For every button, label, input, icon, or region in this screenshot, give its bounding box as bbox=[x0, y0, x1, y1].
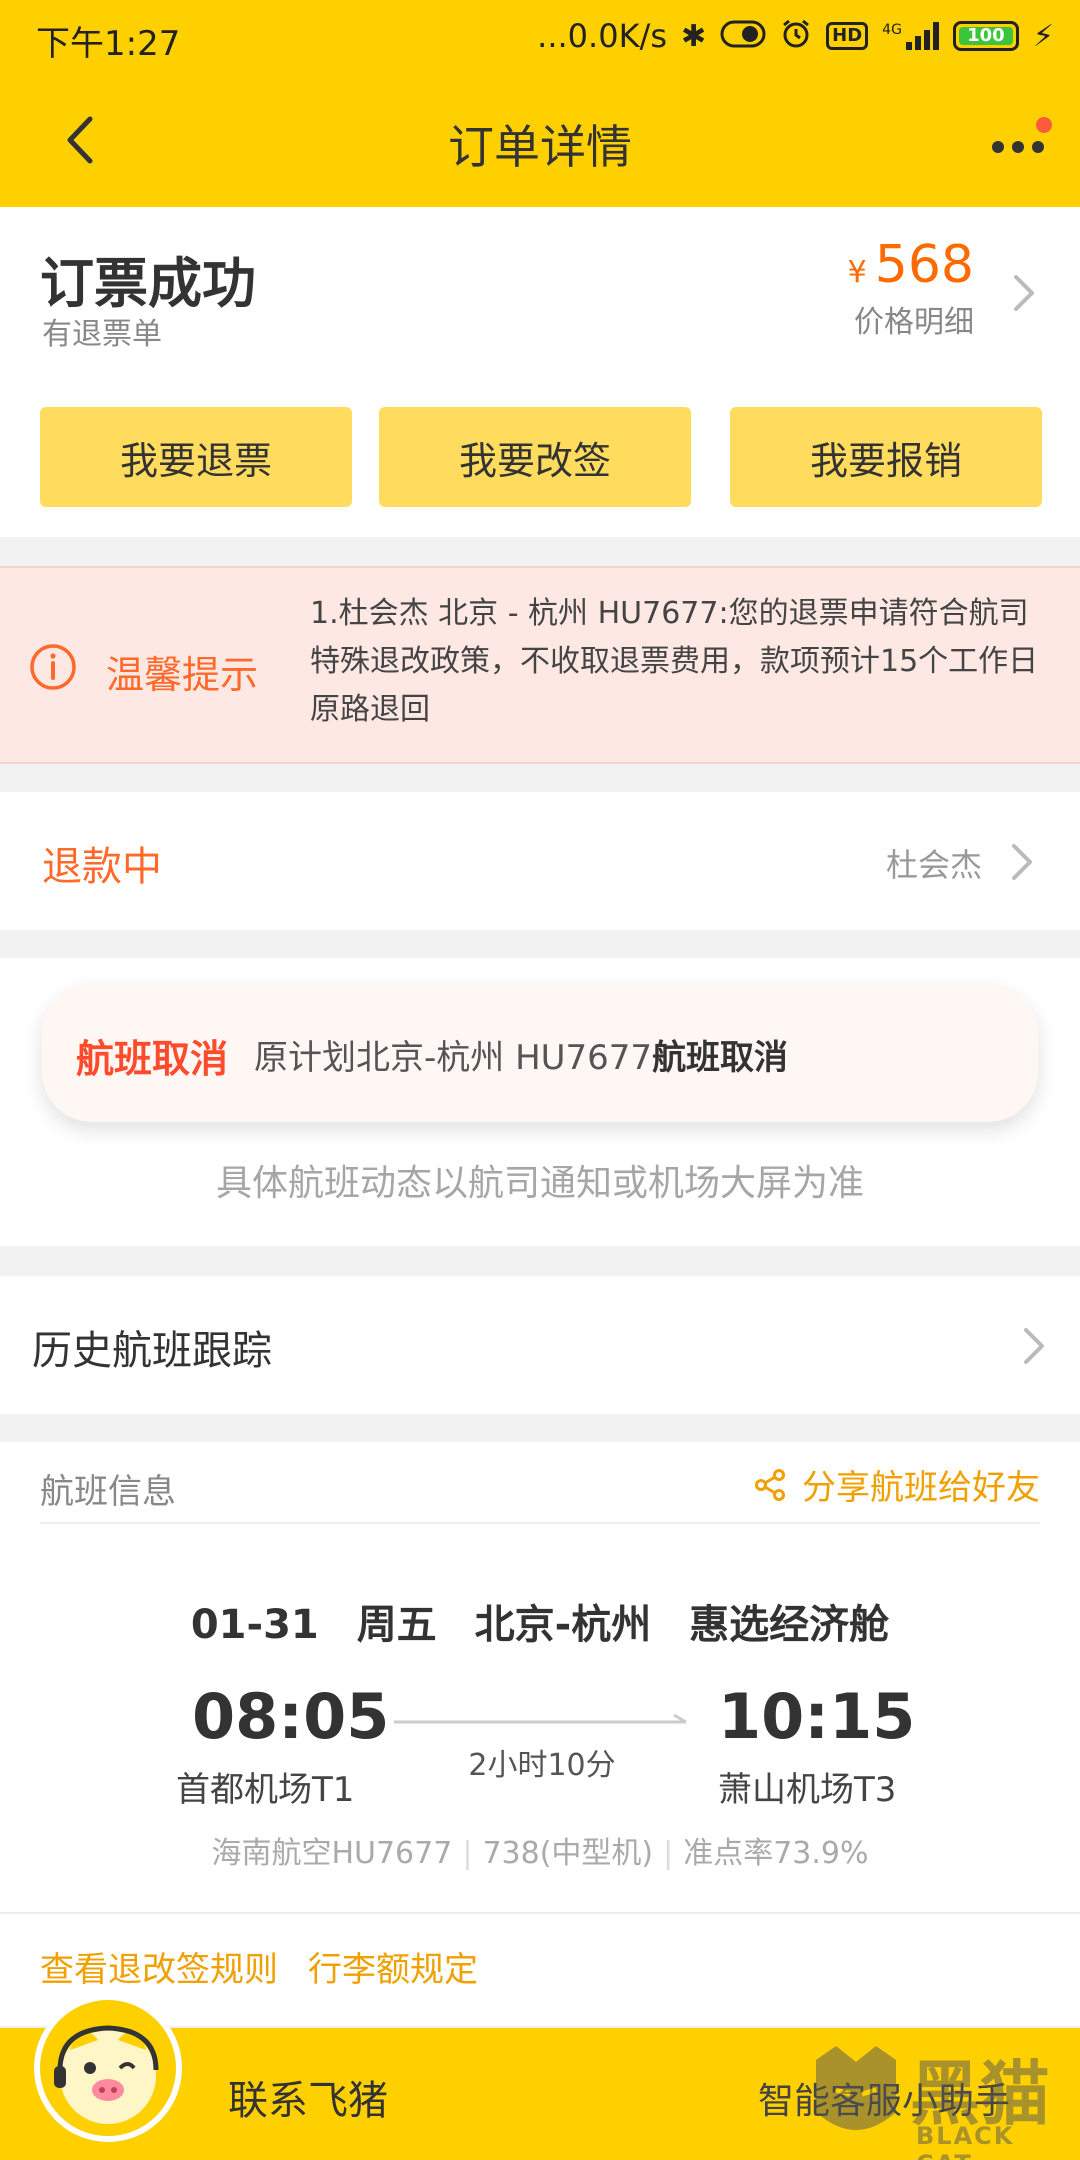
history-flight-row[interactable]: 历史航班跟踪 bbox=[0, 1276, 1080, 1414]
chevron-right-icon bbox=[1008, 840, 1036, 884]
baggage-rules-link[interactable]: 行李额规定 bbox=[308, 1942, 478, 1991]
hd-icon: HD bbox=[826, 22, 869, 50]
flight-meta: 海南航空HU7677 | 738(中型机) | 准点率73.9% bbox=[0, 1828, 1080, 1872]
refund-passenger: 杜会杰 bbox=[885, 846, 982, 884]
divider bbox=[0, 1912, 1080, 1914]
meta-separator: | bbox=[663, 1836, 674, 1871]
price-detail-link[interactable]: ¥568 价格明细 bbox=[848, 235, 974, 341]
pig-mascot-icon bbox=[54, 2025, 159, 2124]
rules-links: 查看退改签规则 行李额规定 bbox=[40, 1942, 478, 1991]
notification-dot bbox=[1036, 117, 1052, 133]
arrival-time: 10:15 bbox=[718, 1680, 916, 1753]
departure-time: 08:05 bbox=[192, 1680, 390, 1753]
flight-status-note: 具体航班动态以航司通知或机场大屏为准 bbox=[215, 1163, 864, 1204]
battery-level: 100 bbox=[958, 27, 1013, 45]
order-actions: 我要退票 我要改签 我要报销 bbox=[40, 407, 1042, 507]
network-speed: ...0.0K/s bbox=[537, 17, 667, 55]
change-rules-link[interactable]: 查看退改签规则 bbox=[40, 1942, 278, 1991]
price-value: 568 bbox=[874, 235, 974, 295]
status-time: 下午1:27 bbox=[36, 24, 181, 64]
flight-status-section: 航班取消 原计划北京-杭州 HU7677航班取消 具体航班动态以航司通知或机场大… bbox=[0, 958, 1080, 1246]
flight-cancel-notice: 航班取消 原计划北京-杭州 HU7677航班取消 bbox=[42, 984, 1038, 1122]
flight-arrow-icon bbox=[392, 1712, 692, 1732]
fliggy-mascot-avatar[interactable] bbox=[34, 1994, 182, 2142]
meta-separator: | bbox=[462, 1836, 473, 1871]
battery-icon: 100 bbox=[952, 21, 1019, 51]
bluetooth-icon: ✱ bbox=[681, 18, 707, 54]
on-time-rate: 准点率73.9% bbox=[683, 1836, 869, 1871]
share-flight-link[interactable]: 分享航班给好友 bbox=[752, 1460, 1040, 1509]
history-flight-label: 历史航班跟踪 bbox=[32, 1328, 272, 1374]
signal-icon: 4G bbox=[882, 22, 939, 50]
refund-button[interactable]: 我要退票 bbox=[40, 407, 352, 507]
watermark: 黑猫 BLACK CAT bbox=[800, 2038, 1070, 2160]
top-bar: 下午1:27 ...0.0K/s ✱ HD 4G 100 ⚡ 订单详情 bbox=[0, 0, 1080, 207]
page-title: 订单详情 bbox=[448, 120, 632, 174]
info-icon bbox=[28, 642, 78, 692]
network-type: 4G bbox=[882, 22, 902, 38]
tip-banner: 温馨提示 1.杜会杰 北京 - 杭州 HU7677:您的退票申请符合航司特殊退改… bbox=[0, 566, 1080, 764]
flight-headline: 01-31 周五 北京-杭州 惠选经济舱 bbox=[0, 1592, 1080, 1650]
cat-logo-icon bbox=[816, 2046, 896, 2130]
flight-date: 01-31 bbox=[190, 1602, 319, 1648]
reimburse-button[interactable]: 我要报销 bbox=[730, 407, 1042, 507]
watermark-subtext: BLACK CAT bbox=[916, 2122, 1015, 2160]
status-bar: 下午1:27 ...0.0K/s ✱ HD 4G 100 ⚡ bbox=[0, 0, 1080, 75]
refund-row[interactable]: 退款中 杜会杰 bbox=[0, 792, 1080, 930]
departure-airport: 首都机场T1 bbox=[176, 1770, 355, 1810]
aircraft-type: 738(中型机) bbox=[482, 1836, 654, 1871]
status-icons: ...0.0K/s ✱ HD 4G 100 ⚡ bbox=[537, 14, 1054, 58]
flight-cancel-tag: 航班取消 bbox=[76, 1037, 229, 1081]
flight-cancel-desc-prefix: 原计划北京-杭州 HU7677 bbox=[254, 1038, 653, 1078]
share-flight-label: 分享航班给好友 bbox=[802, 1468, 1040, 1508]
airline: 海南航空HU7677 bbox=[211, 1836, 453, 1871]
chevron-right-icon[interactable] bbox=[1010, 271, 1038, 315]
alarm-icon bbox=[780, 18, 812, 54]
toggle-icon bbox=[720, 20, 766, 52]
flight-route: 北京-杭州 bbox=[474, 1602, 652, 1648]
contact-fliggy-button[interactable]: 联系飞猪 bbox=[228, 2068, 388, 2126]
flight-cabin: 惠选经济舱 bbox=[689, 1602, 890, 1648]
tip-title: 温馨提示 bbox=[106, 653, 259, 697]
price-detail-label: 价格明细 bbox=[854, 305, 974, 340]
arrival-airport: 萧山机场T3 bbox=[718, 1770, 897, 1810]
flight-info-section: 航班信息 分享航班给好友 01-31 周五 北京-杭州 惠选经济舱 08:05 … bbox=[0, 1442, 1080, 2026]
tip-text: 1.杜会杰 北京 - 杭州 HU7677:您的退票申请符合航司特殊退改政策，不收… bbox=[310, 596, 1039, 727]
flight-cancel-desc-bold: 航班取消 bbox=[652, 1038, 789, 1078]
more-icon bbox=[992, 141, 1044, 153]
flight-duration: 2小时10分 bbox=[468, 1748, 616, 1783]
divider bbox=[40, 1522, 1040, 1524]
chevron-right-icon bbox=[1020, 1324, 1048, 1368]
order-summary: 订票成功 有退票单 ¥568 价格明细 我要退票 我要改签 我要报销 bbox=[0, 207, 1080, 537]
order-sub-status: 有退票单 bbox=[42, 317, 162, 352]
refund-status: 退款中 bbox=[42, 844, 162, 890]
flight-cancel-desc: 原计划北京-杭州 HU7677航班取消 bbox=[254, 1030, 788, 1079]
share-icon bbox=[755, 1468, 785, 1501]
currency-symbol: ¥ bbox=[847, 255, 867, 290]
order-status: 订票成功 bbox=[40, 252, 256, 315]
bottom-bar: 联系飞猪 智能客服小助手 黑猫 BLACK CAT bbox=[0, 1994, 1080, 2160]
more-button[interactable] bbox=[980, 115, 1054, 165]
flight-info-title: 航班信息 bbox=[40, 1472, 176, 1512]
change-ticket-button[interactable]: 我要改签 bbox=[379, 407, 691, 507]
charging-icon: ⚡ bbox=[1032, 18, 1054, 54]
nav-bar: 订单详情 bbox=[0, 75, 1080, 207]
flight-weekday: 周五 bbox=[356, 1602, 437, 1648]
price: ¥568 bbox=[848, 235, 974, 295]
